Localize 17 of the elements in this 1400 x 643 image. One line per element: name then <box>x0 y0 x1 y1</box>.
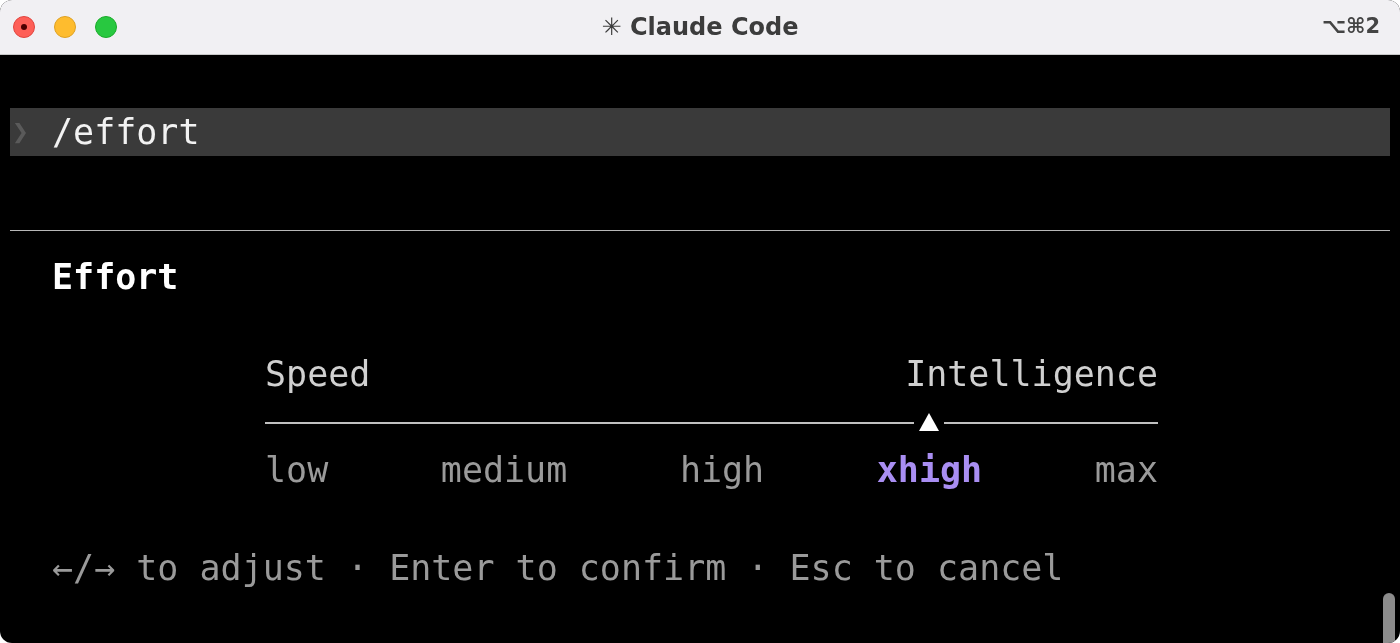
scrollbar[interactable] <box>1383 593 1395 643</box>
key-hint-text: ←/→ to adjust · Enter to confirm · Esc to cancel <box>52 548 1064 588</box>
prompt-input-row[interactable]: ❯ /effort <box>10 108 1390 156</box>
command-text: /effort <box>52 111 200 154</box>
panel-title: Effort <box>52 257 179 297</box>
effort-option[interactable]: medium <box>440 446 568 494</box>
effort-option[interactable]: max <box>1094 446 1158 494</box>
slider-thumb-icon[interactable] <box>919 413 940 431</box>
intelligence-label: Intelligence <box>905 353 1158 396</box>
effort-option[interactable]: low <box>265 446 329 494</box>
prompt-chevron: ❯ <box>11 114 30 150</box>
window-shortcut: ⌥⌘2 <box>1321 13 1380 41</box>
speed-label: Speed <box>265 353 371 396</box>
effort-option[interactable]: xhigh <box>876 446 983 494</box>
close-icon[interactable] <box>13 16 35 38</box>
window-title: ✳ Claude Code <box>601 12 799 43</box>
effort-option[interactable]: high <box>679 446 765 494</box>
